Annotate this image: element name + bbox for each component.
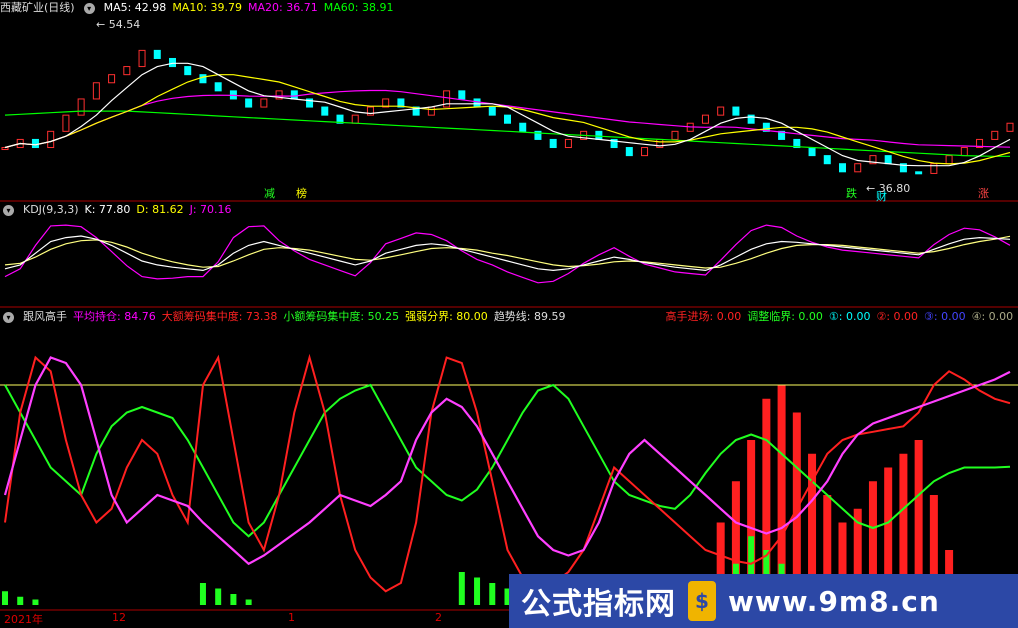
candle bbox=[321, 106, 329, 116]
watermark-right: www.9m8.cn bbox=[728, 584, 940, 618]
ma60-label: MA60: 38.91 bbox=[323, 1, 394, 14]
candle bbox=[884, 155, 892, 165]
c1-label: ①: 0.00 bbox=[828, 310, 871, 323]
bar-green bbox=[474, 577, 481, 605]
bar-green bbox=[245, 599, 252, 605]
candle bbox=[549, 138, 557, 149]
bar-green bbox=[215, 588, 222, 605]
low-label: ← 36.80 bbox=[866, 182, 910, 195]
candle bbox=[473, 98, 481, 108]
chevron-down-icon[interactable]: ▾ bbox=[3, 311, 14, 323]
price-title: 西藏矿业(日线) bbox=[0, 1, 75, 14]
kdj-title: KDJ(9,3,3) bbox=[23, 203, 79, 216]
candle bbox=[184, 66, 192, 76]
candle bbox=[77, 98, 85, 116]
tiaozheng-label: 调整临界: 0.00 bbox=[747, 310, 823, 323]
candle bbox=[290, 90, 298, 100]
candle bbox=[108, 74, 116, 84]
tag-jian: 减 bbox=[264, 187, 275, 200]
c4-label: ④: 0.00 bbox=[971, 310, 1014, 323]
x-tick-2021: 2021年 bbox=[4, 613, 43, 626]
avg-holding-label: 平均持仓: 84.76 bbox=[73, 310, 156, 323]
candle bbox=[1006, 122, 1014, 132]
candle bbox=[351, 114, 359, 124]
kdj-j: J: 70.16 bbox=[189, 203, 232, 216]
indicator-title: 跟风高手 bbox=[23, 310, 67, 323]
price-legend: 西藏矿业(日线) ▾ MA5: 42.98 MA10: 39.79 MA20: … bbox=[0, 0, 393, 16]
ma20-label: MA20: 36.71 bbox=[248, 1, 318, 14]
x-tick-1: 1 bbox=[288, 611, 295, 624]
kdj-k-line bbox=[4, 235, 1011, 272]
bar-green bbox=[489, 583, 496, 605]
kdj-legend: ▾ KDJ(9,3,3) K: 77.80 D: 81.62 J: 70.16 bbox=[0, 202, 232, 218]
candle bbox=[915, 171, 923, 175]
candle bbox=[945, 155, 953, 165]
bar-green bbox=[230, 594, 237, 605]
candle bbox=[62, 114, 70, 132]
candle bbox=[153, 49, 161, 59]
candle bbox=[245, 98, 253, 108]
coin-logo-icon: $ bbox=[688, 581, 716, 621]
candle bbox=[717, 106, 725, 116]
candle bbox=[625, 147, 633, 157]
candle bbox=[427, 106, 435, 116]
candle bbox=[519, 122, 527, 132]
candle bbox=[504, 114, 511, 124]
chevron-down-icon[interactable]: ▾ bbox=[3, 204, 14, 216]
strong-label: 强弱分界: 80.00 bbox=[405, 310, 488, 323]
kdj-k: K: 77.80 bbox=[84, 203, 131, 216]
ma5-label: MA5: 42.98 bbox=[103, 1, 167, 14]
candle bbox=[732, 106, 740, 116]
bar-green bbox=[32, 599, 39, 605]
candle bbox=[641, 147, 649, 157]
trend-label: 趋势线: 89.59 bbox=[493, 310, 566, 323]
watermark-left: 公式指标网 bbox=[521, 587, 676, 622]
tag-die: 跌 bbox=[846, 186, 857, 200]
x-tick-12: 12 bbox=[112, 611, 126, 624]
candle bbox=[47, 130, 55, 149]
kdj-d: D: 81.62 bbox=[136, 203, 184, 216]
indicator-legend: ▾ 跟风高手 平均持仓: 84.76 大额筹码集中度: 73.38 小额筹码集中… bbox=[0, 309, 1013, 325]
watermark: 公式指标网 $ www.9m8.cn bbox=[509, 574, 1018, 628]
candle bbox=[839, 163, 846, 173]
bar-green bbox=[458, 572, 465, 605]
candle bbox=[671, 130, 679, 140]
c2-label: ②: 0.00 bbox=[876, 310, 919, 323]
candle bbox=[458, 90, 466, 100]
candle bbox=[960, 147, 968, 157]
candle bbox=[991, 130, 999, 140]
ma10-label: MA10: 39.79 bbox=[172, 1, 243, 14]
bar-green bbox=[2, 591, 8, 605]
kdj-j-line bbox=[4, 224, 1011, 284]
tag-zhang: 涨 bbox=[978, 187, 989, 200]
candle bbox=[123, 66, 131, 76]
candle bbox=[214, 82, 222, 92]
candle bbox=[595, 130, 603, 140]
candle bbox=[808, 147, 816, 157]
candle bbox=[199, 74, 207, 84]
candle bbox=[564, 138, 572, 149]
high-label: ← 54.54 bbox=[96, 18, 140, 31]
tag-cai: 财 bbox=[876, 189, 887, 203]
candle bbox=[1, 147, 9, 151]
bar-green bbox=[17, 596, 24, 605]
bar-green bbox=[199, 583, 206, 605]
big-chip-label: 大额筹码集中度: 73.38 bbox=[161, 310, 278, 323]
candle bbox=[823, 155, 831, 165]
gaoshou-label: 高手进场: 0.00 bbox=[665, 310, 742, 323]
x-tick-2: 2 bbox=[435, 611, 442, 624]
candle bbox=[488, 106, 496, 116]
tag-bang: 榜 bbox=[296, 186, 307, 200]
candle bbox=[92, 82, 100, 100]
c3-label: ③: 0.00 bbox=[924, 310, 966, 323]
candle bbox=[854, 163, 862, 173]
small-chip-label: 小额筹码集中度: 50.25 bbox=[283, 310, 400, 323]
chevron-down-icon[interactable]: ▾ bbox=[83, 2, 95, 14]
candle bbox=[260, 98, 268, 108]
candle bbox=[169, 57, 176, 68]
candle bbox=[138, 49, 146, 68]
candle bbox=[31, 138, 39, 149]
candle bbox=[701, 114, 709, 124]
